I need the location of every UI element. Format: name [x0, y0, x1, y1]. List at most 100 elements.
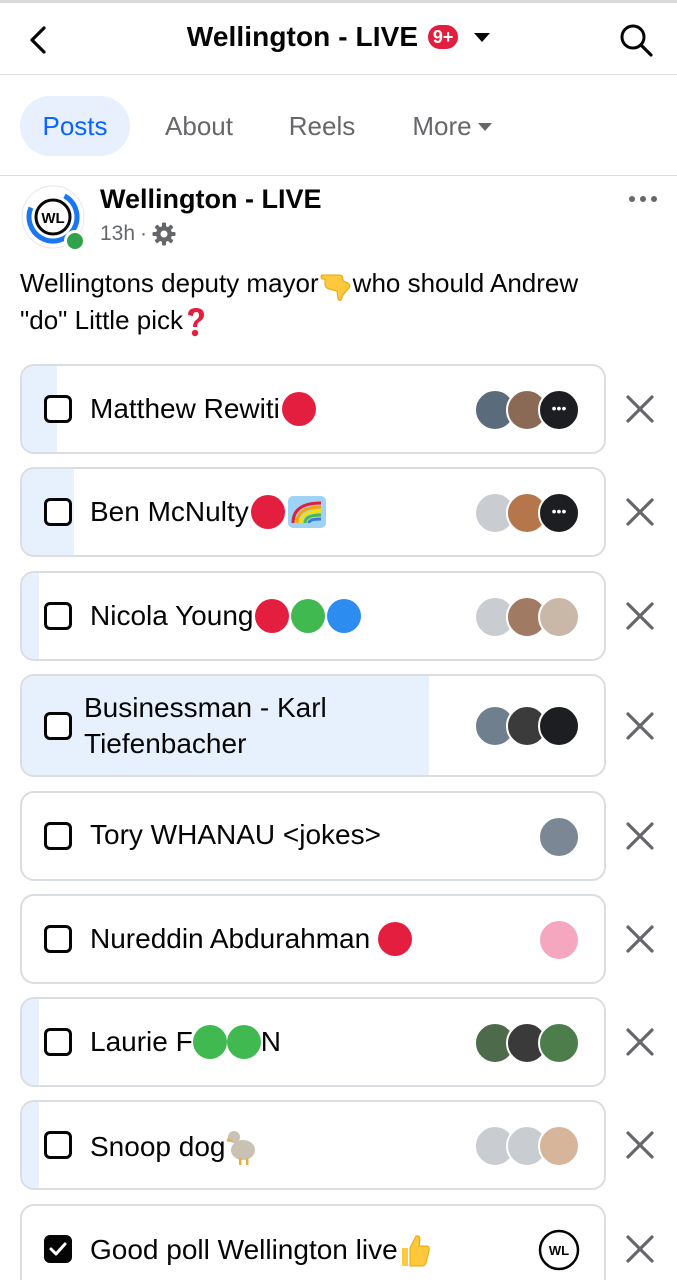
poll-checkbox[interactable] [44, 822, 72, 850]
voter-avatars[interactable] [474, 705, 584, 747]
remove-option-button[interactable] [620, 816, 660, 856]
poll-option-fill [22, 999, 40, 1085]
rainbow-icon [287, 496, 326, 528]
tab-about[interactable]: About [148, 96, 250, 156]
poll-checkbox[interactable] [44, 712, 72, 740]
avatar [538, 816, 580, 858]
poll-option[interactable]: Tory WHANAU <jokes> [20, 791, 606, 881]
page-title-button[interactable]: Wellington - LIVE 9+ [0, 21, 677, 53]
close-icon [626, 395, 654, 423]
post-more-options-button[interactable] [623, 184, 663, 214]
online-status-dot [64, 230, 86, 252]
poll-option[interactable]: Matthew Rewiti ••• [20, 364, 606, 454]
post-text-part2: who should Andrew [352, 268, 579, 298]
more-voters-icon: ••• [538, 492, 580, 534]
green-circle-icon [192, 1025, 227, 1059]
avatar [538, 705, 580, 747]
voter-avatars[interactable]: ••• [474, 492, 584, 534]
voter-avatars[interactable] [474, 1125, 584, 1167]
poll-checkbox[interactable] [44, 602, 72, 630]
question-mark-icon [187, 308, 204, 337]
poll-checkbox[interactable] [44, 498, 72, 526]
post-author-name[interactable]: Wellington - LIVE [100, 184, 321, 215]
poll-option-label: Matthew Rewiti [90, 392, 316, 426]
poll-option[interactable]: Nureddin Abdurahman [20, 894, 606, 984]
close-icon [626, 822, 654, 850]
meta-separator: · [140, 222, 148, 245]
voter-avatars[interactable] [474, 1022, 584, 1064]
voter-avatars[interactable] [474, 816, 584, 858]
remove-option-button[interactable] [620, 1229, 660, 1269]
checkmark-icon [49, 1242, 67, 1256]
tab-more[interactable]: More [392, 96, 512, 156]
dodo-icon [227, 1131, 256, 1165]
post-header: WL Wellington - LIVE 13h · [0, 178, 677, 258]
voter-avatars[interactable]: ••• [474, 389, 584, 431]
page-tabs: Posts About Reels More [0, 76, 677, 176]
poll-option[interactable]: Laurie F N [20, 997, 606, 1087]
poll-option[interactable]: Businessman - Karl Tiefenbacher [20, 674, 606, 777]
poll-checkbox[interactable] [44, 1131, 72, 1159]
poll-option-text: Nureddin Abdurahman [90, 923, 371, 954]
tab-more-label: More [412, 110, 472, 141]
poll-option-label: Nureddin Abdurahman [90, 922, 413, 956]
voter-avatars[interactable] [474, 596, 584, 638]
poll-option-text: Matthew Rewiti [90, 393, 280, 424]
remove-option-button[interactable] [620, 1125, 660, 1165]
close-icon [626, 498, 654, 526]
post-text-part1: Wellingtons deputy mayor [20, 268, 319, 298]
poll-option-label: Laurie F N [90, 1025, 281, 1059]
avatar [538, 919, 580, 961]
voter-avatars[interactable] [474, 919, 584, 961]
poll-option-text: Ben McNulty [90, 496, 249, 527]
red-circle-icon [250, 495, 285, 529]
voter-avatars[interactable]: WL [474, 1229, 584, 1271]
post-text-line2: "do" Little pick [20, 305, 183, 335]
search-button[interactable] [617, 21, 655, 59]
close-icon [626, 712, 654, 740]
close-icon [626, 925, 654, 953]
poll-option-label: Tory WHANAU <jokes> [90, 819, 381, 850]
remove-option-button[interactable] [620, 1022, 660, 1062]
caret-down-icon [474, 32, 491, 42]
poll-checkbox[interactable] [44, 925, 72, 953]
poll-option-label: Snoop dog [90, 1128, 261, 1166]
poll-option[interactable]: Snoop dog [20, 1100, 606, 1190]
poll-checkbox[interactable] [44, 1028, 72, 1056]
poll-option-fill [22, 1102, 40, 1188]
tab-reels[interactable]: Reels [272, 96, 372, 156]
avatar [538, 1125, 580, 1167]
close-icon [626, 1028, 654, 1056]
gear-icon [152, 222, 176, 246]
dot-icon [651, 196, 657, 202]
close-icon [626, 1235, 654, 1263]
caret-down-icon [477, 123, 492, 131]
dot-icon [629, 196, 635, 202]
poll-checkbox[interactable] [44, 395, 72, 423]
poll-option-text: Snoop dog [90, 1131, 226, 1162]
poll-option-label: Nicola Young [90, 599, 362, 633]
poll-option[interactable]: Nicola Young [20, 571, 606, 661]
remove-option-button[interactable] [620, 919, 660, 959]
poll-option-fill [22, 573, 40, 659]
poll-option-label: Good poll Wellington live [90, 1232, 432, 1268]
remove-option-button[interactable] [620, 492, 660, 532]
close-icon [626, 602, 654, 630]
poll-option[interactable]: Ben McNulty ••• [20, 467, 606, 557]
page-header: Wellington - LIVE 9+ [0, 3, 677, 75]
remove-option-button[interactable] [620, 389, 660, 429]
more-voters-icon: ••• [538, 389, 580, 431]
red-circle-icon [378, 922, 413, 956]
thumbs-up-icon [401, 1235, 430, 1267]
avatar [538, 1022, 580, 1064]
tab-posts[interactable]: Posts [20, 96, 130, 156]
green-circle-icon [291, 599, 326, 633]
post-time[interactable]: 13h [100, 222, 135, 246]
poll-checkbox-checked[interactable] [44, 1235, 72, 1263]
remove-option-button[interactable] [620, 596, 660, 636]
poll-option[interactable]: Good poll Wellington live WL [20, 1204, 606, 1280]
poll-option-text: Nicola Young [90, 600, 254, 631]
poll-option-label: Ben McNulty [90, 495, 327, 529]
notification-badge: 9+ [426, 23, 461, 51]
remove-option-button[interactable] [620, 706, 660, 746]
